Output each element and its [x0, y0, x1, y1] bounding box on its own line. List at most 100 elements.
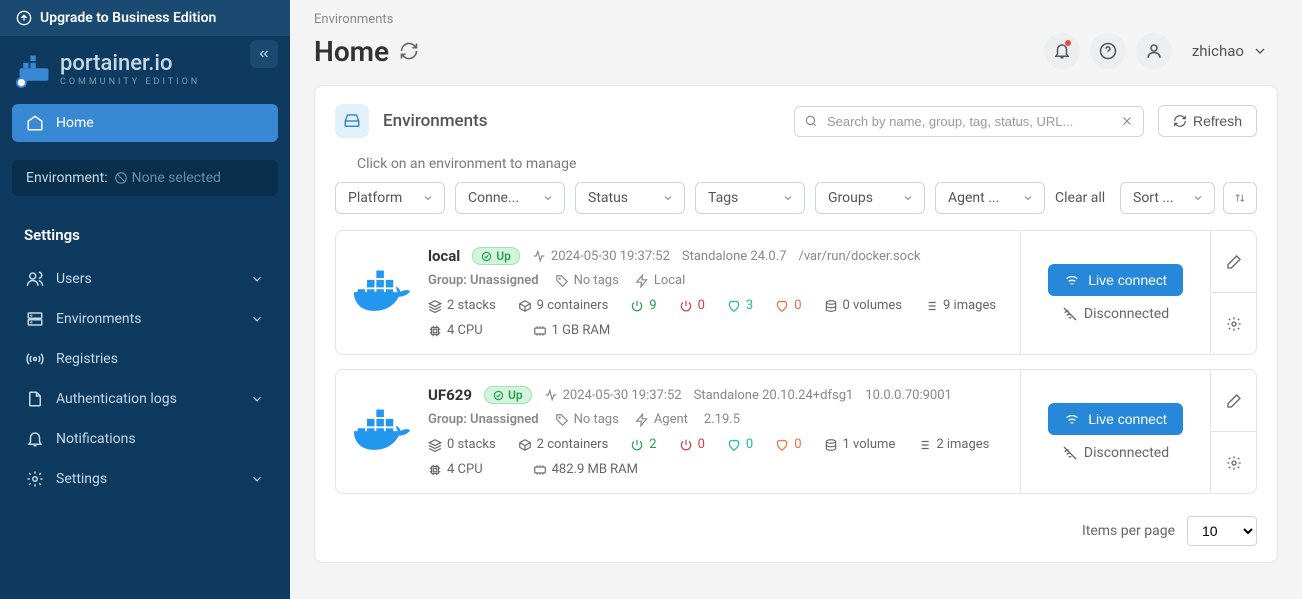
user-avatar[interactable]: [1136, 33, 1172, 69]
chevron-down-icon: [1252, 43, 1268, 59]
activity-icon: [532, 249, 546, 263]
agent-version: 2.19.5: [704, 412, 740, 427]
version: Standalone 24.0.7: [682, 249, 787, 264]
stacks-stat: 0 stacks: [428, 437, 496, 452]
filter-connection[interactable]: Conne...: [455, 182, 565, 214]
nav-authentication-logs[interactable]: Authentication logs: [12, 380, 278, 418]
settings-button[interactable]: [1211, 431, 1256, 493]
notifications-button[interactable]: [1044, 33, 1080, 69]
chevron-down-icon: [250, 472, 264, 486]
images-stat: 9 images: [924, 298, 996, 313]
activity-icon: [544, 388, 558, 402]
user-icon: [1145, 42, 1163, 60]
logo-title: portainer.io: [60, 53, 274, 75]
filter-agent[interactable]: Agent ...: [935, 182, 1045, 214]
main-content: Environments Home zhichao: [290, 0, 1302, 599]
live-connect-button[interactable]: Live connect: [1048, 403, 1183, 435]
upgrade-button[interactable]: Upgrade to Business Edition: [0, 0, 290, 36]
refresh-button[interactable]: Refresh: [1158, 105, 1257, 137]
environment-label: Environment:: [26, 170, 108, 186]
chevron-down-icon: [250, 272, 264, 286]
chevron-down-icon: [1022, 192, 1034, 204]
unhealthy-stat: 0: [775, 298, 801, 313]
environment-card[interactable]: local Up 2024-05-30 19:37:52 Standalone …: [335, 230, 1257, 355]
collapse-sidebar-button[interactable]: [250, 40, 278, 68]
tag-icon: [555, 413, 569, 427]
check-circle-icon: [493, 390, 504, 401]
environment-selector[interactable]: Environment: None selected: [12, 160, 278, 196]
filter-tags[interactable]: Tags: [695, 182, 805, 214]
list-icon: [917, 438, 931, 452]
radio-icon: [26, 350, 44, 368]
endpoint: 10.0.0.70:9001: [865, 388, 952, 403]
heartbeat-time: 2024-05-30 19:37:52: [532, 249, 670, 264]
running-stat: 9: [630, 298, 656, 313]
nav-settings[interactable]: Settings: [12, 460, 278, 498]
chevron-down-icon: [422, 192, 434, 204]
heartbeat-time: 2024-05-30 19:37:52: [544, 388, 682, 403]
docker-icon: [352, 407, 412, 457]
connection-type: Local: [635, 273, 685, 288]
volumes-stat: 0 volumes: [824, 298, 902, 313]
edit-button[interactable]: [1211, 370, 1256, 431]
users-icon: [26, 270, 44, 288]
layers-icon: [428, 299, 442, 313]
refresh-icon: [1173, 114, 1187, 128]
search-input[interactable]: [794, 106, 1144, 137]
list-icon: [924, 299, 938, 313]
pagination: Items per page 10: [315, 508, 1277, 562]
endpoint: /var/run/docker.sock: [798, 249, 920, 264]
ram-stat: 482.9 MB RAM: [533, 462, 638, 477]
environment-name: UF629: [428, 386, 472, 404]
sort-select[interactable]: Sort ...: [1120, 182, 1215, 214]
nav-notifications[interactable]: Notifications: [12, 420, 278, 458]
gear-icon: [1226, 455, 1242, 471]
page-title: Home: [314, 35, 419, 68]
arrow-up-circle-icon: [16, 10, 32, 26]
refresh-icon[interactable]: [399, 41, 419, 61]
heart-icon: [727, 438, 741, 452]
upgrade-label: Upgrade to Business Edition: [40, 10, 216, 26]
filter-status[interactable]: Status: [575, 182, 685, 214]
instruction-text: Click on an environment to manage: [315, 156, 1277, 182]
nav-registries[interactable]: Registries: [12, 340, 278, 378]
stopped-stat: 0: [679, 298, 705, 313]
status-badge: Up: [472, 247, 520, 265]
logo-subtitle: COMMUNITY EDITION: [60, 77, 274, 87]
heart-icon: [775, 438, 789, 452]
images-stat: 2 images: [917, 437, 989, 452]
logo: portainer.io COMMUNITY EDITION: [0, 36, 290, 96]
slash-circle-icon: [114, 171, 128, 185]
chevron-down-icon: [250, 392, 264, 406]
status-badge: Up: [484, 386, 532, 404]
clear-filters[interactable]: Clear all: [1055, 190, 1105, 206]
notification-indicator: [1065, 40, 1071, 46]
chevron-down-icon: [250, 312, 264, 326]
environment-card[interactable]: UF629 Up 2024-05-30 19:37:52 Standalone …: [335, 369, 1257, 494]
live-connect-button[interactable]: Live connect: [1048, 264, 1183, 296]
filter-row: Platform Conne... Status Tags Groups Age…: [315, 182, 1277, 230]
nav-environments[interactable]: Environments: [12, 300, 278, 338]
settings-button[interactable]: [1211, 292, 1256, 354]
help-button[interactable]: [1090, 33, 1126, 69]
user-dropdown[interactable]: zhichao: [1182, 42, 1278, 60]
sort-direction-button[interactable]: [1223, 182, 1257, 214]
username: zhichao: [1192, 42, 1244, 60]
nav-users[interactable]: Users: [12, 260, 278, 298]
filter-groups[interactable]: Groups: [815, 182, 925, 214]
connection-state: Disconnected: [1062, 306, 1169, 322]
filter-platform[interactable]: Platform: [335, 182, 445, 214]
edit-button[interactable]: [1211, 231, 1256, 292]
clear-search-icon[interactable]: [1120, 114, 1134, 128]
chevron-down-icon: [902, 192, 914, 204]
items-per-page-select[interactable]: 10: [1187, 516, 1257, 546]
chevron-down-icon: [662, 192, 674, 204]
environment-name: local: [428, 247, 460, 265]
power-icon: [630, 438, 644, 452]
sidebar: Upgrade to Business Edition portainer.io…: [0, 0, 290, 599]
memory-icon: [533, 324, 547, 338]
nav-home[interactable]: Home: [12, 104, 278, 142]
pager-label: Items per page: [1082, 523, 1175, 539]
heart-icon: [727, 299, 741, 313]
database-icon: [824, 438, 838, 452]
